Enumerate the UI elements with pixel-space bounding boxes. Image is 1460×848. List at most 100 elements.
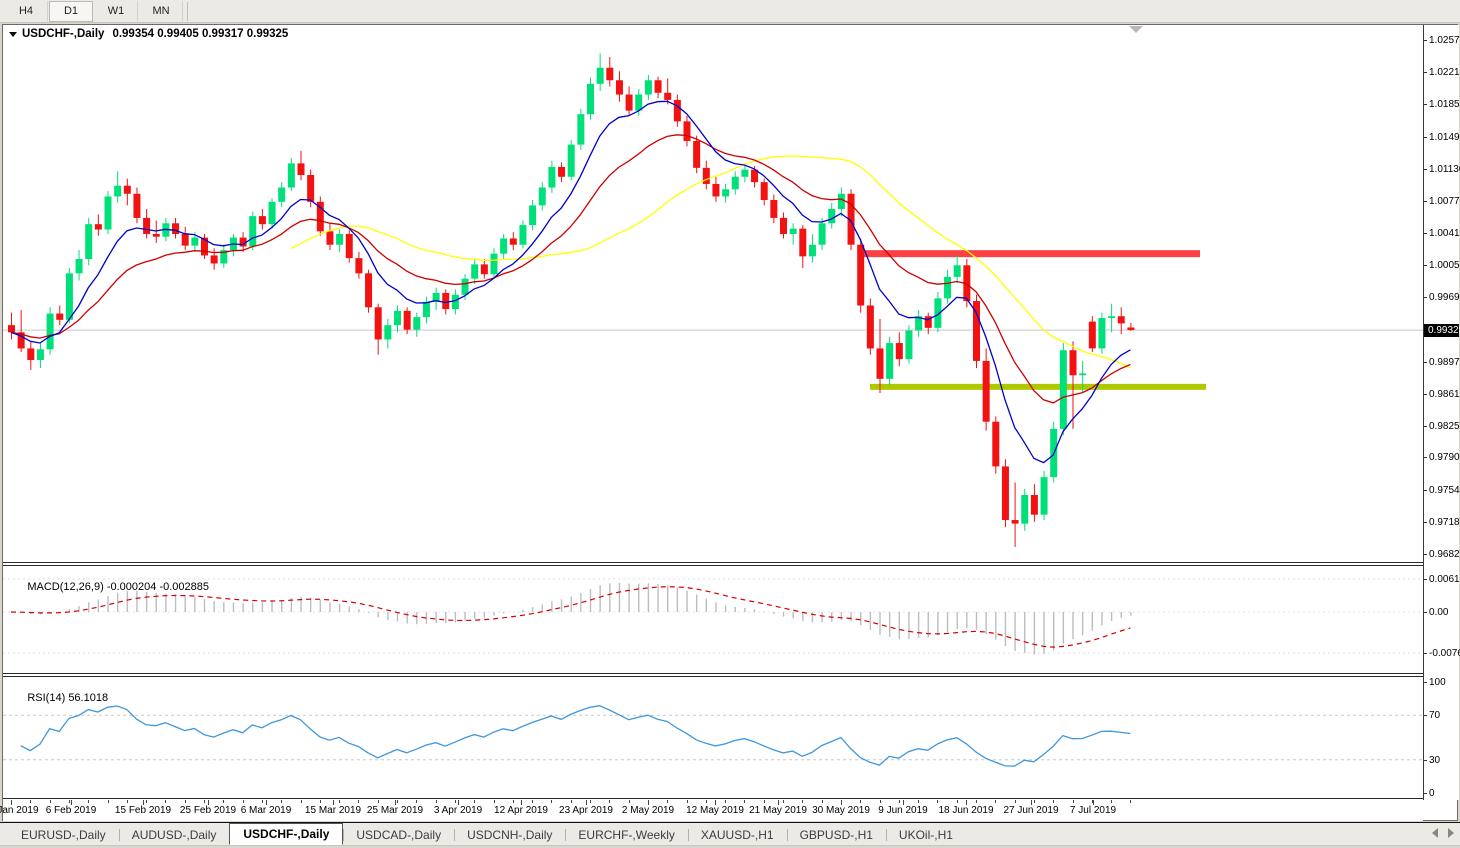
current-price-badge: 0.99325	[1424, 323, 1460, 337]
price-tick-label: 0.96820	[1429, 549, 1460, 560]
price-tick-label: 1.00410	[1429, 228, 1460, 240]
rsi-label: RSI(14) 56.1018	[27, 692, 109, 704]
time-tick-label: 9 Jun 2019	[878, 805, 928, 816]
axis-tick-mark	[1424, 715, 1427, 717]
timeframe-button-mn[interactable]: MN	[139, 0, 183, 22]
time-minor-tick	[1072, 800, 1074, 803]
time-tick-label: 6 Feb 2019	[45, 805, 97, 816]
axis-tick-mark	[1424, 653, 1427, 655]
time-minor-tick	[976, 800, 977, 803]
macd-label: MACD(12,26,9) -0.000204 -0.002885	[27, 581, 209, 593]
axis-tick-mark	[1424, 457, 1427, 459]
time-minor-tick	[68, 800, 70, 803]
macd-tick-label: 0.00	[1429, 607, 1449, 618]
chart-tab-audusd-daily[interactable]: AUDUSD-,Daily	[118, 825, 230, 845]
macd-pane[interactable]: MACD(12,26,9) -0.000204 -0.002885	[3, 566, 1423, 673]
chart-tab-usdcad-daily[interactable]: USDCAD-,Daily	[343, 825, 454, 845]
chart-dropdown-icon[interactable]	[9, 31, 17, 37]
time-minor-tick	[204, 800, 205, 803]
axis-tick-mark	[1424, 72, 1427, 74]
rsi-tick-label: 70	[1429, 710, 1441, 722]
time-minor-tick	[107, 800, 109, 803]
rsi-tick-label: 100	[1429, 677, 1446, 688]
time-minor-tick	[551, 800, 553, 803]
price-tick-label: 1.01490	[1429, 131, 1460, 143]
macd-tick-label: 0.00613	[1429, 573, 1460, 585]
mt4-terminal: { "toolbar": { "timeframes": [ {"label":…	[0, 0, 1460, 848]
timeframe-button-d1[interactable]: D1	[49, 0, 93, 22]
chart-tab-usdchf-daily[interactable]: USDCHF-,Daily	[229, 823, 344, 845]
price-tick-label: 1.02570	[1429, 35, 1460, 47]
time-minor-tick	[512, 800, 514, 803]
time-minor-tick	[879, 800, 881, 803]
axis-tick-mark	[1424, 759, 1427, 761]
price-tick-label: 0.97180	[1429, 516, 1460, 528]
time-minor-tick	[49, 800, 51, 803]
time-minor-tick	[783, 800, 784, 803]
axis-tick-mark	[1424, 578, 1427, 580]
axis-tick-mark	[1424, 426, 1427, 428]
price-tick-label: 0.97900	[1429, 452, 1460, 464]
time-tick-label: 6 Mar 2019	[240, 805, 292, 816]
time-minor-tick	[358, 800, 360, 803]
time-tick-label: 25 Mar 2019	[366, 805, 424, 816]
axis-tick-mark	[1424, 168, 1427, 170]
price-axis[interactable]: 1.02570 1.02210 1.01850 1.01490 1.01130 1.007…	[1423, 25, 1460, 800]
time-minor-tick	[1111, 800, 1113, 803]
time-tick-label: 7 Jul 2019	[1069, 805, 1117, 816]
time-tick-label: 25 Feb 2019	[179, 805, 237, 816]
time-minor-tick	[628, 800, 630, 803]
time-minor-tick	[821, 800, 823, 803]
rsi-pane[interactable]: RSI(14) 56.1018	[3, 677, 1423, 798]
rsi-tick-label: 0	[1429, 788, 1435, 799]
time-minor-tick	[339, 800, 341, 803]
axis-tick-mark	[1424, 394, 1427, 395]
time-minor-tick	[126, 800, 128, 803]
chart-tab-eurusd-daily[interactable]: EURUSD-,Daily	[8, 825, 119, 845]
chart-tab-eurchf-weekly[interactable]: EURCHF-,Weekly	[565, 825, 687, 845]
chart-window: USDCHF-,Daily 0.99354 0.99405 0.99317 0.…	[0, 24, 1460, 821]
price-tick-label: 1.01130	[1429, 163, 1460, 175]
chart-tab-usdcnh-daily[interactable]: USDCNH-,Daily	[454, 825, 565, 845]
chart-tab-bar: EURUSD-,Daily AUDUSD-,Daily USDCHF-,Daily U…	[0, 822, 1460, 846]
time-minor-tick	[261, 800, 263, 803]
time-minor-tick	[242, 800, 244, 803]
timeframe-button-w1[interactable]: W1	[94, 0, 138, 22]
time-minor-tick	[609, 800, 611, 803]
tab-scroll-right-icon[interactable]	[1448, 828, 1454, 838]
time-minor-tick	[88, 800, 90, 803]
time-tick-label: 15 Feb 2019	[114, 805, 172, 816]
axis-tick-mark	[1424, 265, 1427, 267]
time-minor-tick	[1053, 800, 1055, 803]
price-tick-label: 1.00050	[1429, 260, 1460, 272]
chart-shift-marker-icon[interactable]	[1129, 26, 1143, 33]
chart-tab-ukoil-h1[interactable]: UKOil-,H1	[885, 825, 966, 845]
toolbar-separator	[187, 1, 188, 21]
time-axis[interactable]: 28 Jan 2019 6 Feb 2019 15 Feb 2019 25 Feb 2…	[0, 800, 1423, 821]
time-minor-tick	[802, 800, 804, 803]
tab-scroll-left-icon[interactable]	[1432, 828, 1438, 838]
time-tick-label: 27 Jun 2019	[1003, 805, 1059, 816]
axis-tick-mark	[1424, 489, 1427, 491]
axis-tick-mark	[1424, 521, 1427, 523]
time-minor-tick	[184, 800, 186, 803]
price-tick-label: 0.97540	[1429, 484, 1460, 496]
time-tick-label: 30 May 2019	[812, 805, 870, 816]
tab-scroll-controls	[1432, 828, 1454, 838]
price-tick-label: 0.98610	[1429, 389, 1460, 400]
time-tick-label: 12 May 2019	[686, 805, 744, 816]
time-minor-tick	[30, 800, 32, 803]
axis-tick-mark	[1424, 104, 1427, 106]
time-minor-tick	[590, 800, 591, 803]
price-chart-pane[interactable]: USDCHF-,Daily 0.99354 0.99405 0.99317 0.…	[3, 25, 1423, 562]
timeframe-button-h4[interactable]: H4	[4, 0, 48, 22]
axis-tick-mark	[1424, 200, 1427, 202]
time-tick-label: 21 May 2019	[749, 805, 807, 816]
axis-tick-mark	[1424, 136, 1427, 138]
macd-tick-label: -0.00761	[1429, 648, 1460, 660]
time-minor-tick	[377, 800, 379, 803]
chart-tab-xauusd-h1[interactable]: XAUUSD-,H1	[687, 825, 787, 845]
chart-tab-gbpusd-h1[interactable]: GBPUSD-,H1	[786, 825, 886, 845]
axis-tick-mark	[1424, 233, 1427, 235]
time-minor-tick	[1033, 800, 1035, 803]
